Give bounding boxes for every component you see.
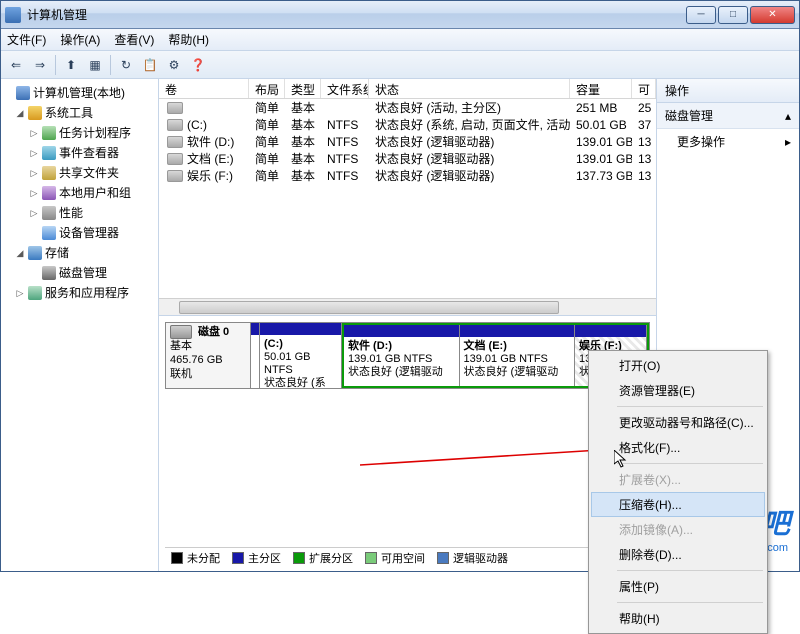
legend-extended: 扩展分区 [309,550,353,566]
close-button[interactable]: ✕ [750,6,795,24]
menu-file[interactable]: 文件(F) [7,31,46,48]
device-icon [42,226,56,240]
menu-help[interactable]: 帮助(H) [168,31,209,48]
horizontal-scrollbar[interactable] [159,298,656,315]
legend-logical: 逻辑驱动器 [453,550,508,566]
legend-free: 可用空间 [381,550,425,566]
ctx-help[interactable]: 帮助(H) [591,606,765,631]
menu-action[interactable]: 操作(A) [60,31,100,48]
tree-disk-management[interactable]: 磁盘管理 [59,264,107,282]
volume-row[interactable]: 娱乐 (F:)简单基本NTFS状态良好 (逻辑驱动器)137.73 GB13 [159,167,656,184]
actions-disk-mgmt[interactable]: 磁盘管理▴ [657,103,799,129]
disk-status: 联机 [170,367,246,381]
col-capacity[interactable]: 容量 [570,79,632,98]
partition-c[interactable]: (C:)50.01 GB NTFS状态良好 (系统, 启 [260,323,342,388]
tree-device-manager[interactable]: 设备管理器 [59,224,119,242]
volume-icon [167,119,183,131]
tree-sidebar: 计算机管理(本地) ◢系统工具 ▷任务计划程序 ▷事件查看器 ▷共享文件夹 ▷本… [1,79,159,571]
task-icon [42,126,56,140]
volume-icon [167,170,183,182]
ctx-explorer[interactable]: 资源管理器(E) [591,378,765,403]
volume-list: 卷 布局 类型 文件系统 状态 容量 可 简单基本状态良好 (活动, 主分区)2… [159,79,656,316]
ctx-delete[interactable]: 删除卷(D)... [591,542,765,567]
toolbar: ⇐ ⇒ ⬆ ▦ ↻ 📋 ⚙ ❓ [1,51,799,79]
volume-icon [167,136,183,148]
context-menu: 打开(O) 资源管理器(E) 更改驱动器号和路径(C)... 格式化(F)...… [588,350,768,634]
window-title: 计算机管理 [27,6,686,23]
partition-hidden[interactable] [251,323,260,388]
titlebar: 计算机管理 ─ □ ✕ [1,1,799,29]
legend-primary: 主分区 [248,550,281,566]
col-fs[interactable]: 文件系统 [321,79,369,98]
export-button[interactable]: 📋 [139,54,161,76]
refresh-button[interactable]: ↻ [115,54,137,76]
services-icon [28,286,42,300]
volume-icon [167,102,183,114]
volume-rows: 简单基本状态良好 (活动, 主分区)251 MB25(C:)简单基本NTFS状态… [159,99,656,315]
perf-icon [42,206,56,220]
tree-system-tools[interactable]: 系统工具 [45,104,93,122]
up-button[interactable]: ⬆ [60,54,82,76]
col-type[interactable]: 类型 [285,79,321,98]
menubar: 文件(F) 操作(A) 查看(V) 帮助(H) [1,29,799,51]
legend: 未分配 主分区 扩展分区 可用空间 逻辑驱动器 [165,547,650,567]
ctx-mirror: 添加镜像(A)... [591,517,765,542]
tree-services[interactable]: 服务和应用程序 [45,284,129,302]
ctx-extend: 扩展卷(X)... [591,467,765,492]
ctx-shrink[interactable]: 压缩卷(H)... [591,492,765,517]
tree-storage[interactable]: 存储 [45,244,69,262]
center-panel: 卷 布局 类型 文件系统 状态 容量 可 简单基本状态良好 (活动, 主分区)2… [159,79,657,571]
tree-task-scheduler[interactable]: 任务计划程序 [59,124,131,142]
volume-header-row: 卷 布局 类型 文件系统 状态 容量 可 [159,79,656,99]
tools-icon [28,106,42,120]
help-button[interactable]: ❓ [187,54,209,76]
partition-e[interactable]: 文档 (E:)139.01 GB NTFS状态良好 (逻辑驱动 [460,325,576,386]
maximize-button[interactable]: □ [718,6,748,24]
ctx-change-letter[interactable]: 更改驱动器号和路径(C)... [591,410,765,435]
tree-event-viewer[interactable]: 事件查看器 [59,144,119,162]
ctx-properties[interactable]: 属性(P) [591,574,765,599]
forward-button[interactable]: ⇒ [29,54,51,76]
col-free[interactable]: 可 [632,79,656,98]
minimize-button[interactable]: ─ [686,6,716,24]
actions-header: 操作 [657,79,799,103]
disk-info[interactable]: 磁盘 0 基本 465.76 GB 联机 [166,323,251,388]
show-hide-button[interactable]: ▦ [84,54,106,76]
tree-performance[interactable]: 性能 [59,204,83,222]
tree-root[interactable]: 计算机管理(本地) [33,84,125,102]
app-icon [5,7,21,23]
disk-size: 465.76 GB [170,353,246,367]
ctx-format[interactable]: 格式化(F)... [591,435,765,460]
menu-view[interactable]: 查看(V) [114,31,154,48]
storage-icon [28,246,42,260]
chevron-right-icon: ▸ [785,135,791,149]
disk-map: 磁盘 0 基本 465.76 GB 联机 (C:)50.01 GB NTFS状态… [159,316,656,571]
disk-type: 基本 [170,339,246,353]
disk-label: 磁盘 0 [198,325,246,339]
scrollbar-thumb[interactable] [179,301,559,314]
disk-drive-icon [170,325,192,339]
event-icon [42,146,56,160]
user-icon [42,186,56,200]
actions-more[interactable]: 更多操作▸ [657,129,799,154]
col-volume[interactable]: 卷 [159,79,249,98]
collapse-icon: ▴ [785,109,791,123]
col-status[interactable]: 状态 [369,79,570,98]
disk-icon [42,266,56,280]
col-layout[interactable]: 布局 [249,79,285,98]
ctx-open[interactable]: 打开(O) [591,353,765,378]
settings-button[interactable]: ⚙ [163,54,185,76]
back-button[interactable]: ⇐ [5,54,27,76]
computer-icon [16,86,30,100]
legend-unalloc: 未分配 [187,550,220,566]
share-icon [42,166,56,180]
tree-shared-folders[interactable]: 共享文件夹 [59,164,119,182]
tree-local-users[interactable]: 本地用户和组 [59,184,131,202]
disk-row: 磁盘 0 基本 465.76 GB 联机 (C:)50.01 GB NTFS状态… [165,322,650,389]
volume-icon [167,153,183,165]
partition-d[interactable]: 软件 (D:)139.01 GB NTFS状态良好 (逻辑驱动 [344,325,460,386]
